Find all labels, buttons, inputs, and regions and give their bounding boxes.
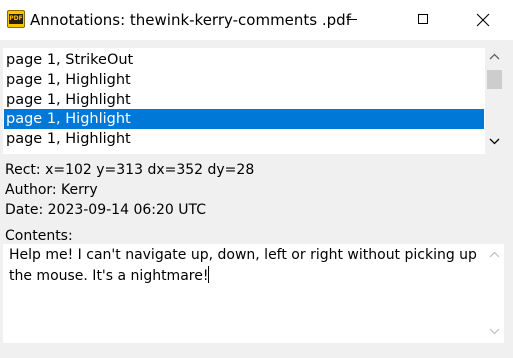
minimize-button[interactable] <box>331 0 377 40</box>
window-title: Annotations: thewink-kerry-comments .pdf <box>30 11 351 29</box>
close-button[interactable] <box>459 0 505 40</box>
scroll-up-arrow-icon[interactable] <box>489 53 500 60</box>
text-caret <box>208 266 210 283</box>
list-item-selected[interactable]: page 1, Highlight <box>4 109 484 129</box>
maximize-button[interactable] <box>399 0 445 40</box>
list-item[interactable]: page 1, Highlight <box>4 129 484 149</box>
scroll-down-arrow-icon[interactable] <box>489 138 500 145</box>
scrollbar-thumb[interactable] <box>487 70 502 89</box>
scroll-down-arrow-icon[interactable] <box>489 328 500 335</box>
minimize-icon <box>347 19 357 20</box>
annotation-list-scrollbar[interactable] <box>485 48 504 154</box>
list-item[interactable]: page 1, Highlight <box>4 90 484 110</box>
annotation-list[interactable]: page 1, StrikeOut page 1, Highlight page… <box>3 48 504 154</box>
contents-text-value: Help me! I can't navigate up, down, left… <box>9 247 477 284</box>
title-bar[interactable]: PDF Annotations: thewink-kerry-comments … <box>0 0 513 40</box>
date-info: Date: 2023-09-14 06:20 UTC <box>5 202 206 218</box>
rect-info: Rect: x=102 y=313 dx=352 dy=28 <box>5 162 255 178</box>
scroll-up-arrow-icon[interactable] <box>489 251 500 258</box>
contents-scrollbar[interactable] <box>485 244 504 343</box>
author-info: Author: Kerry <box>5 182 98 198</box>
list-item[interactable]: page 1, Highlight <box>4 70 484 90</box>
contents-textarea[interactable]: Help me! I can't navigate up, down, left… <box>3 244 504 343</box>
maximize-icon <box>418 14 428 24</box>
close-icon <box>476 13 490 27</box>
list-item[interactable]: page 1, StrikeOut <box>4 50 484 70</box>
contents-text[interactable]: Help me! I can't navigate up, down, left… <box>9 245 479 287</box>
annotations-window: PDF Annotations: thewink-kerry-comments … <box>0 0 513 358</box>
contents-label: Contents: <box>5 228 73 244</box>
pdf-app-icon: PDF <box>7 10 25 28</box>
pdf-app-icon-label: PDF <box>9 14 23 24</box>
